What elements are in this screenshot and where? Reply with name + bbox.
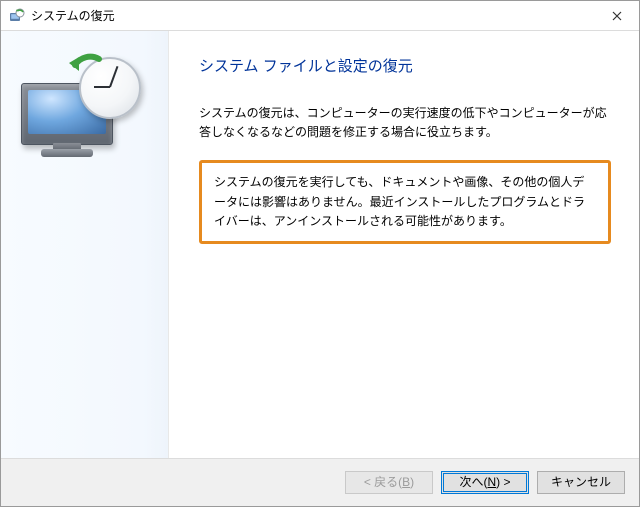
next-button[interactable]: 次へ(N) >	[441, 471, 529, 494]
wizard-sidebar	[1, 31, 169, 458]
title-bar: システムの復元	[1, 1, 639, 31]
cancel-button[interactable]: キャンセル	[537, 471, 625, 494]
system-restore-icon	[9, 8, 25, 24]
close-button[interactable]	[594, 1, 639, 30]
wizard-content: システム ファイルと設定の復元 システムの復元は、コンピューターの実行速度の低下…	[169, 31, 639, 458]
system-restore-wizard-window: システムの復元 システム ファイルと設定の復	[0, 0, 640, 507]
back-button-key: B	[402, 475, 410, 489]
page-heading: システム ファイルと設定の復元	[199, 55, 611, 76]
back-button: < 戻る(B)	[345, 471, 433, 494]
highlight-note: システムの復元を実行しても、ドキュメントや画像、その他の個人データには影響はあり…	[199, 160, 611, 244]
next-button-key: N	[487, 475, 496, 489]
intro-text: システムの復元は、コンピューターの実行速度の低下やコンピューターが応答しなくなる…	[199, 104, 611, 142]
restore-clock-icon	[11, 49, 151, 159]
next-button-suffix: ) >	[496, 475, 510, 489]
wizard-body: システム ファイルと設定の復元 システムの復元は、コンピューターの実行速度の低下…	[1, 31, 639, 458]
back-button-suffix: )	[410, 475, 414, 489]
next-button-prefix: 次へ(	[459, 475, 487, 489]
wizard-footer: < 戻る(B) 次へ(N) > キャンセル	[1, 458, 639, 506]
back-button-prefix: < 戻る(	[364, 475, 402, 489]
window-title: システムの復元	[31, 7, 594, 24]
close-icon	[612, 8, 622, 24]
